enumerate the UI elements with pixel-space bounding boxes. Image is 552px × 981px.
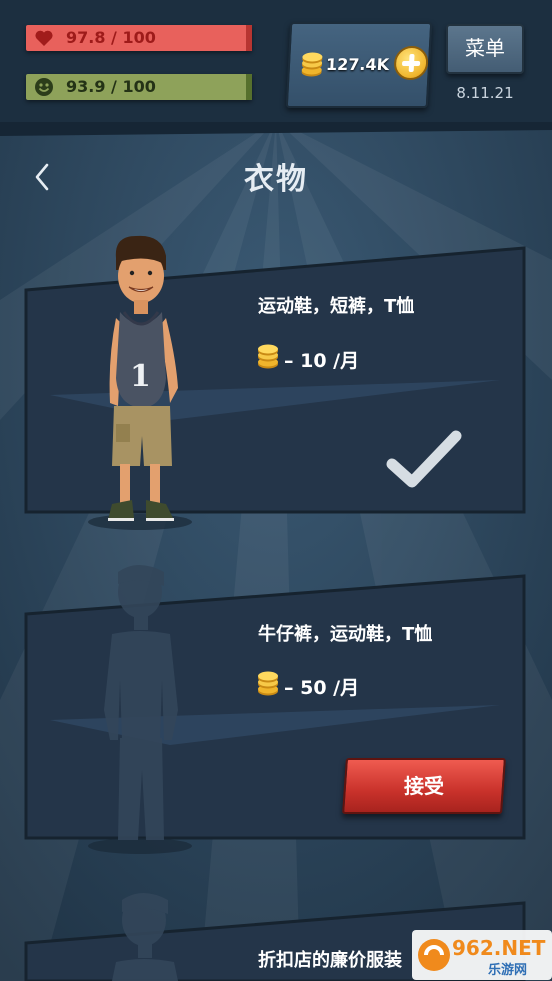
accept-button-label: 接受: [404, 774, 444, 798]
option-2-label: 牛仔裤，运动鞋，T恤: [258, 624, 433, 645]
health-bar-end: [246, 25, 252, 51]
coin-stack-icon: [301, 52, 323, 77]
option-3-label: 折扣店的廉价服装: [258, 950, 402, 971]
option-card-2-panel[interactable]: [0, 570, 552, 860]
coin-stack-icon: [258, 344, 278, 369]
add-coins-button[interactable]: [393, 46, 429, 80]
svg-text:962.NET: 962.NET: [452, 936, 546, 960]
svg-text:乐游网: 乐游网: [488, 962, 527, 978]
svg-text:1: 1: [130, 359, 151, 394]
character-casual: 1: [108, 235, 178, 521]
accept-button[interactable]: 接受: [342, 758, 506, 814]
check-icon: [386, 430, 462, 488]
health-bar: 97.8 / 100: [26, 25, 252, 51]
top-hud: 97.8 / 100 93.9 / 100 127.4K 菜单 8.11.21: [0, 0, 552, 120]
health-value: 97.8 / 100: [66, 28, 156, 47]
coin-balance: 127.4K: [325, 55, 390, 74]
coin-stack-icon: [258, 671, 278, 696]
option-card-1-panel[interactable]: [0, 240, 552, 540]
page-title: 衣物: [244, 162, 308, 197]
locked-character-silhouette: [104, 565, 178, 840]
coin-balance-panel: 127.4K: [285, 22, 433, 108]
happiness-value: 93.9 / 100: [66, 77, 156, 96]
heart-icon: [35, 30, 53, 46]
version-date: 8.11.21: [456, 84, 514, 102]
locked-character-silhouette: [112, 893, 178, 981]
happiness-bar: 93.9 / 100: [26, 74, 252, 100]
option-2-price-text: – 50 /月: [284, 677, 360, 699]
option-1-price-text: – 10 /月: [284, 350, 360, 372]
smiley-icon: [35, 78, 53, 96]
happiness-bar-end: [246, 74, 252, 100]
site-watermark-logo: 962.NET 乐游网: [412, 930, 552, 980]
option-1-label: 运动鞋，短裤，T恤: [258, 296, 415, 317]
menu-button[interactable]: 菜单: [446, 24, 524, 74]
